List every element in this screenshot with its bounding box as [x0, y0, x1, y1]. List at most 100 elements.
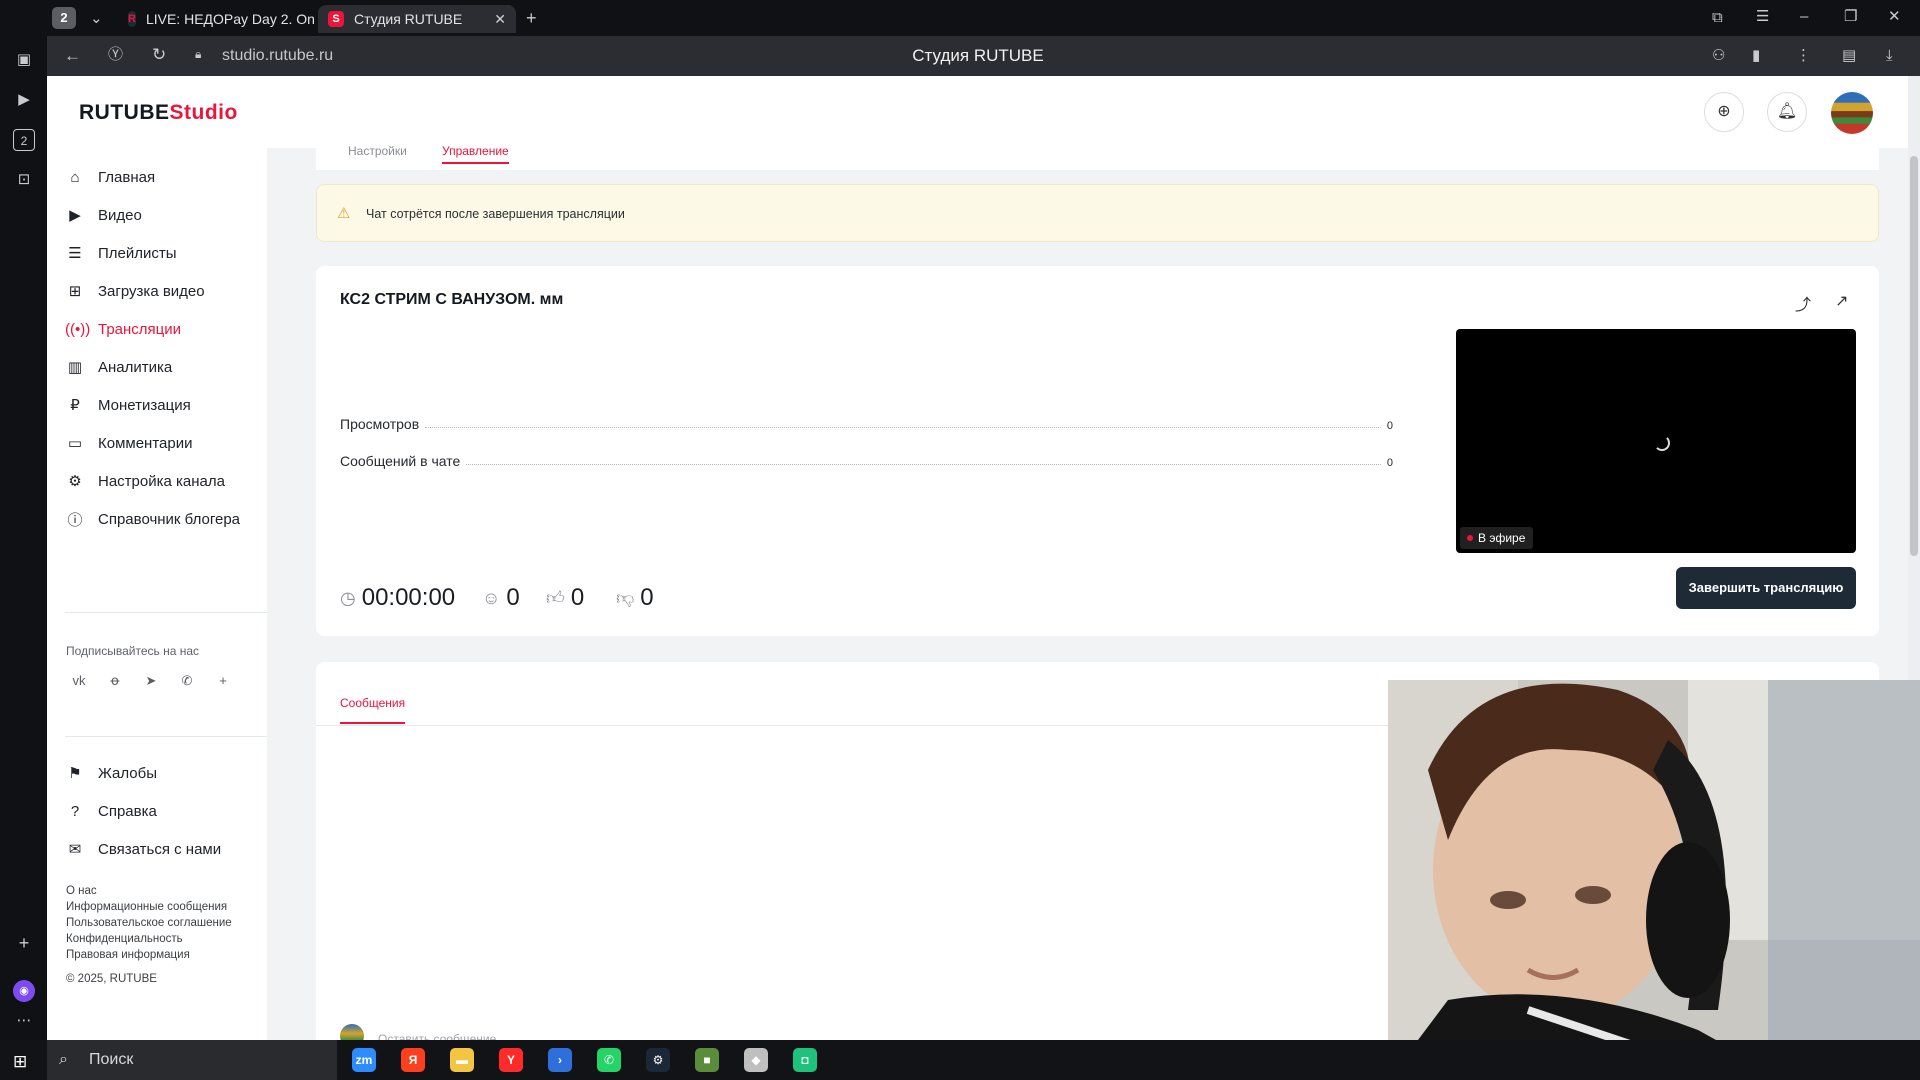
webcam-overlay: [1388, 680, 1920, 1080]
yandex-app-icon[interactable]: Я: [401, 1048, 425, 1072]
warning-icon: ⚠: [337, 205, 351, 222]
arrow-app-app-icon[interactable]: ›: [548, 1048, 572, 1072]
stream-card: КС2 СТРИМ С ВАНУЗОМ. мм ⤴ ↗ Просмотров 0…: [316, 266, 1879, 636]
nav-label: Справка: [98, 802, 157, 820]
tab-title: Студия RUTUBE: [354, 11, 463, 27]
page-title: Студия RUTUBE: [912, 46, 1044, 65]
nav-item-monetization[interactable]: ₽ Монетизация: [65, 390, 190, 420]
webcam-image: [1388, 680, 1920, 1080]
likes-value: 0: [570, 584, 585, 611]
chat-warning-banner: ⚠ Чат сотрётся после завершения трансляц…: [316, 184, 1879, 242]
more-icon[interactable]: ⋮: [1796, 48, 1811, 63]
restore-icon[interactable]: ❐: [1844, 9, 1857, 24]
windows-start-icon[interactable]: ⊞: [13, 1052, 27, 1072]
avatar[interactable]: [1831, 92, 1873, 134]
viewers-icon: ☺: [482, 587, 501, 608]
nav-item-comments[interactable]: ▭ Комментарии: [65, 428, 193, 458]
close-icon[interactable]: ✕: [494, 11, 506, 28]
metric-duration: ◷ 00:00:00: [340, 584, 455, 612]
nav-label: Видео: [98, 206, 142, 224]
tab-live[interactable]: R LIVE: НЕДОPay Day 2. On: [118, 5, 316, 33]
nav-label: Настройка канала: [98, 472, 225, 490]
address-bar: ← Ⓨ ↻ 🔒︎ studio.rutube.ru Студия RUTUBE …: [0, 36, 1920, 76]
vk-icon[interactable]: vk: [66, 668, 92, 694]
app-green-app-icon[interactable]: ◘: [793, 1048, 817, 1072]
gear-icon: ⚙: [68, 473, 82, 490]
minecraft-app-icon[interactable]: ■: [695, 1048, 719, 1072]
nav-label: Связаться с нами: [98, 840, 222, 858]
chevron-down-icon[interactable]: ⌄: [90, 11, 103, 26]
tab-title: LIVE: НЕДОPay Day 2. On: [145, 11, 315, 27]
metric-viewers: ☺ 0: [482, 584, 520, 612]
footer-link-agreement[interactable]: Пользовательское соглашение: [66, 917, 232, 929]
whatsapp-app-icon[interactable]: ✆: [597, 1048, 621, 1072]
steam-app-icon[interactable]: ⚙: [646, 1048, 670, 1072]
logo-sub: Studio: [169, 101, 238, 124]
tab-settings[interactable]: Настройки: [348, 144, 407, 158]
nav-label: Главная: [98, 168, 156, 186]
menu-icon[interactable]: ☰: [1756, 9, 1769, 24]
yandex-browser-app-icon[interactable]: Y: [499, 1048, 523, 1072]
ruble-icon: ₽: [70, 397, 80, 414]
add-content-button[interactable]: ⊕: [1704, 92, 1744, 132]
two-side-icon[interactable]: 2: [13, 129, 35, 151]
tab-manage[interactable]: Управление: [442, 144, 509, 164]
tab-count-badge[interactable]: 2: [52, 7, 76, 29]
stream-preview-player[interactable]: В эфире: [1456, 329, 1856, 553]
nav-item-channel-settings[interactable]: ⚙ Настройка канала: [65, 466, 225, 496]
collections-icon[interactable]: ▤: [1842, 48, 1856, 63]
external-link-icon[interactable]: ↗: [1835, 291, 1848, 311]
nav-item-video[interactable]: ▶ Видео: [65, 200, 142, 230]
notifications-button[interactable]: 🔔︎: [1767, 92, 1807, 132]
minimize-icon[interactable]: –: [1800, 9, 1808, 24]
clock-icon: ◷: [340, 587, 356, 608]
play-side-icon[interactable]: ▶: [13, 89, 35, 111]
footer-link-privacy[interactable]: Конфиденциальность: [66, 933, 183, 945]
roblox-app-icon[interactable]: ◆: [744, 1048, 768, 1072]
scrollbar-thumb[interactable]: [1910, 156, 1918, 556]
nav-item-analytics[interactable]: ▥ Аналитика: [65, 352, 172, 382]
footer-link-legal[interactable]: Правовая информация: [66, 949, 190, 961]
studio-favicon-icon: S: [328, 11, 344, 27]
collections-side-icon[interactable]: ▣: [13, 49, 35, 71]
footer-link-about[interactable]: О нас: [66, 885, 97, 897]
nav-item-home[interactable]: ⌂ Главная: [65, 162, 155, 192]
extensions-icon[interactable]: ⚇: [1712, 48, 1725, 63]
new-tab-icon[interactable]: +: [526, 9, 537, 27]
nav-item-upload[interactable]: ⊞ Загрузка видео: [65, 276, 205, 306]
nav-item-blogger-guide[interactable]: ⓘ Справочник блогера: [65, 504, 240, 534]
end-stream-button[interactable]: Завершить трансляцию: [1676, 567, 1856, 609]
screenshot-side-icon[interactable]: ⊡: [13, 169, 35, 191]
stat-label: Сообщений в чате: [340, 453, 461, 469]
viber-icon[interactable]: ✆: [174, 668, 200, 694]
message-input[interactable]: Оставить сообщение: [378, 1032, 496, 1040]
stat-views: Просмотров 0: [340, 412, 1393, 432]
more-side-icon[interactable]: ⋯: [13, 1010, 35, 1032]
flag-icon: ⚑: [68, 765, 82, 782]
explorer-app-icon[interactable]: ▬: [450, 1048, 474, 1072]
nav-item-help[interactable]: ? Справка: [65, 796, 157, 826]
share-icon[interactable]: ⤴: [1795, 291, 1811, 315]
nav-divider: [65, 612, 267, 613]
stat-value: 0: [1386, 420, 1393, 432]
tab-studio[interactable]: S Студия RUTUBE ✕: [318, 5, 516, 33]
tab-messages[interactable]: Сообщения: [340, 696, 406, 724]
add-side-icon[interactable]: +: [13, 932, 35, 954]
nav-item-contact[interactable]: ✉ Связаться с нами: [65, 834, 221, 864]
rutube-studio-logo[interactable]: RUTUBEStudio: [79, 101, 238, 125]
follow-us-label: Подписывайтесь на нас: [66, 644, 200, 658]
taskbar-search[interactable]: ⌕ Поиск: [47, 1040, 337, 1080]
nav-item-broadcasts[interactable]: ((•)) Трансляции: [65, 314, 181, 344]
close-window-icon[interactable]: ✕: [1888, 9, 1901, 24]
footer-link-info[interactable]: Информационные сообщения: [66, 901, 227, 913]
nav-item-playlists[interactable]: ☰ Плейлисты: [65, 238, 176, 268]
telegram-icon[interactable]: ➤: [138, 668, 164, 694]
plus-icon[interactable]: +: [210, 668, 236, 694]
nav-item-complaints[interactable]: ⚑ Жалобы: [65, 758, 157, 788]
bookmarks-panel-icon[interactable]: ⧉: [1712, 10, 1723, 25]
zoom-app-icon[interactable]: zm: [352, 1048, 376, 1072]
alice-icon[interactable]: ◉: [13, 980, 35, 1002]
bookmark-icon[interactable]: ▮: [1752, 48, 1760, 63]
ok-icon[interactable]: ꝋ: [102, 668, 128, 694]
download-icon[interactable]: ⤓: [1886, 48, 1893, 63]
